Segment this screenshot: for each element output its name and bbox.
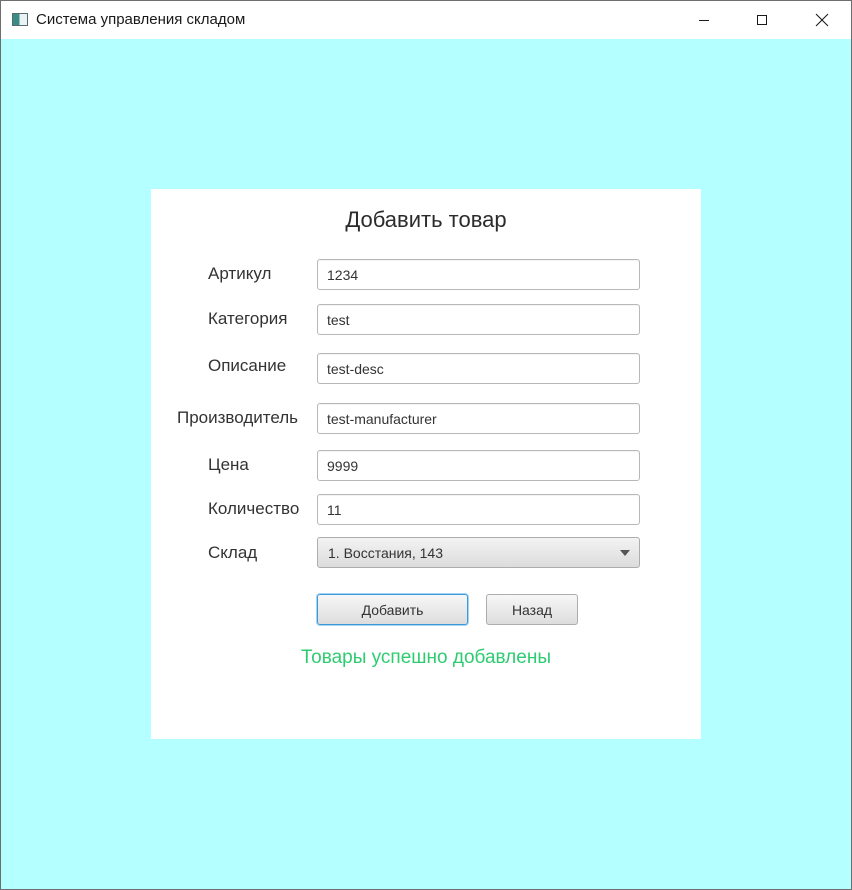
manufacturer-input[interactable] xyxy=(317,403,640,434)
warehouse-label: Склад xyxy=(208,543,258,562)
quantity-input[interactable] xyxy=(317,494,640,525)
close-button[interactable] xyxy=(793,1,851,39)
form-title: Добавить товар xyxy=(345,207,507,232)
article-label: Артикул xyxy=(208,264,272,283)
add-product-panel: Добавить товар Артикул Категория Описани… xyxy=(151,189,701,739)
quantity-label: Количество xyxy=(208,499,300,518)
status-message: Товары успешно добавлены xyxy=(301,647,551,668)
back-button[interactable]: Назад xyxy=(486,594,578,625)
maximize-button[interactable] xyxy=(733,1,791,39)
category-label: Категория xyxy=(208,309,288,328)
description-label: Описание xyxy=(208,356,287,375)
article-input[interactable] xyxy=(317,259,640,290)
app-window: Система управления складом Добавить това… xyxy=(0,0,852,890)
price-label: Цена xyxy=(208,455,249,474)
title-bar[interactable]: Система управления складом xyxy=(1,1,851,39)
close-icon xyxy=(815,13,829,27)
minimize-icon xyxy=(699,20,709,21)
app-icon xyxy=(12,13,28,26)
add-button[interactable]: Добавить xyxy=(317,594,468,625)
manufacturer-label: Производитель xyxy=(177,408,299,427)
maximize-icon xyxy=(757,15,767,25)
chevron-down-icon[interactable] xyxy=(620,550,630,556)
warehouse-select-value: 1. Восстания, 143 xyxy=(328,545,444,561)
warehouse-select[interactable]: 1. Восстания, 143 xyxy=(317,537,640,568)
description-input[interactable] xyxy=(317,353,640,384)
price-input[interactable] xyxy=(317,450,640,481)
minimize-button[interactable] xyxy=(675,1,733,39)
category-input[interactable] xyxy=(317,304,640,335)
window-title: Система управления складом xyxy=(36,11,246,28)
